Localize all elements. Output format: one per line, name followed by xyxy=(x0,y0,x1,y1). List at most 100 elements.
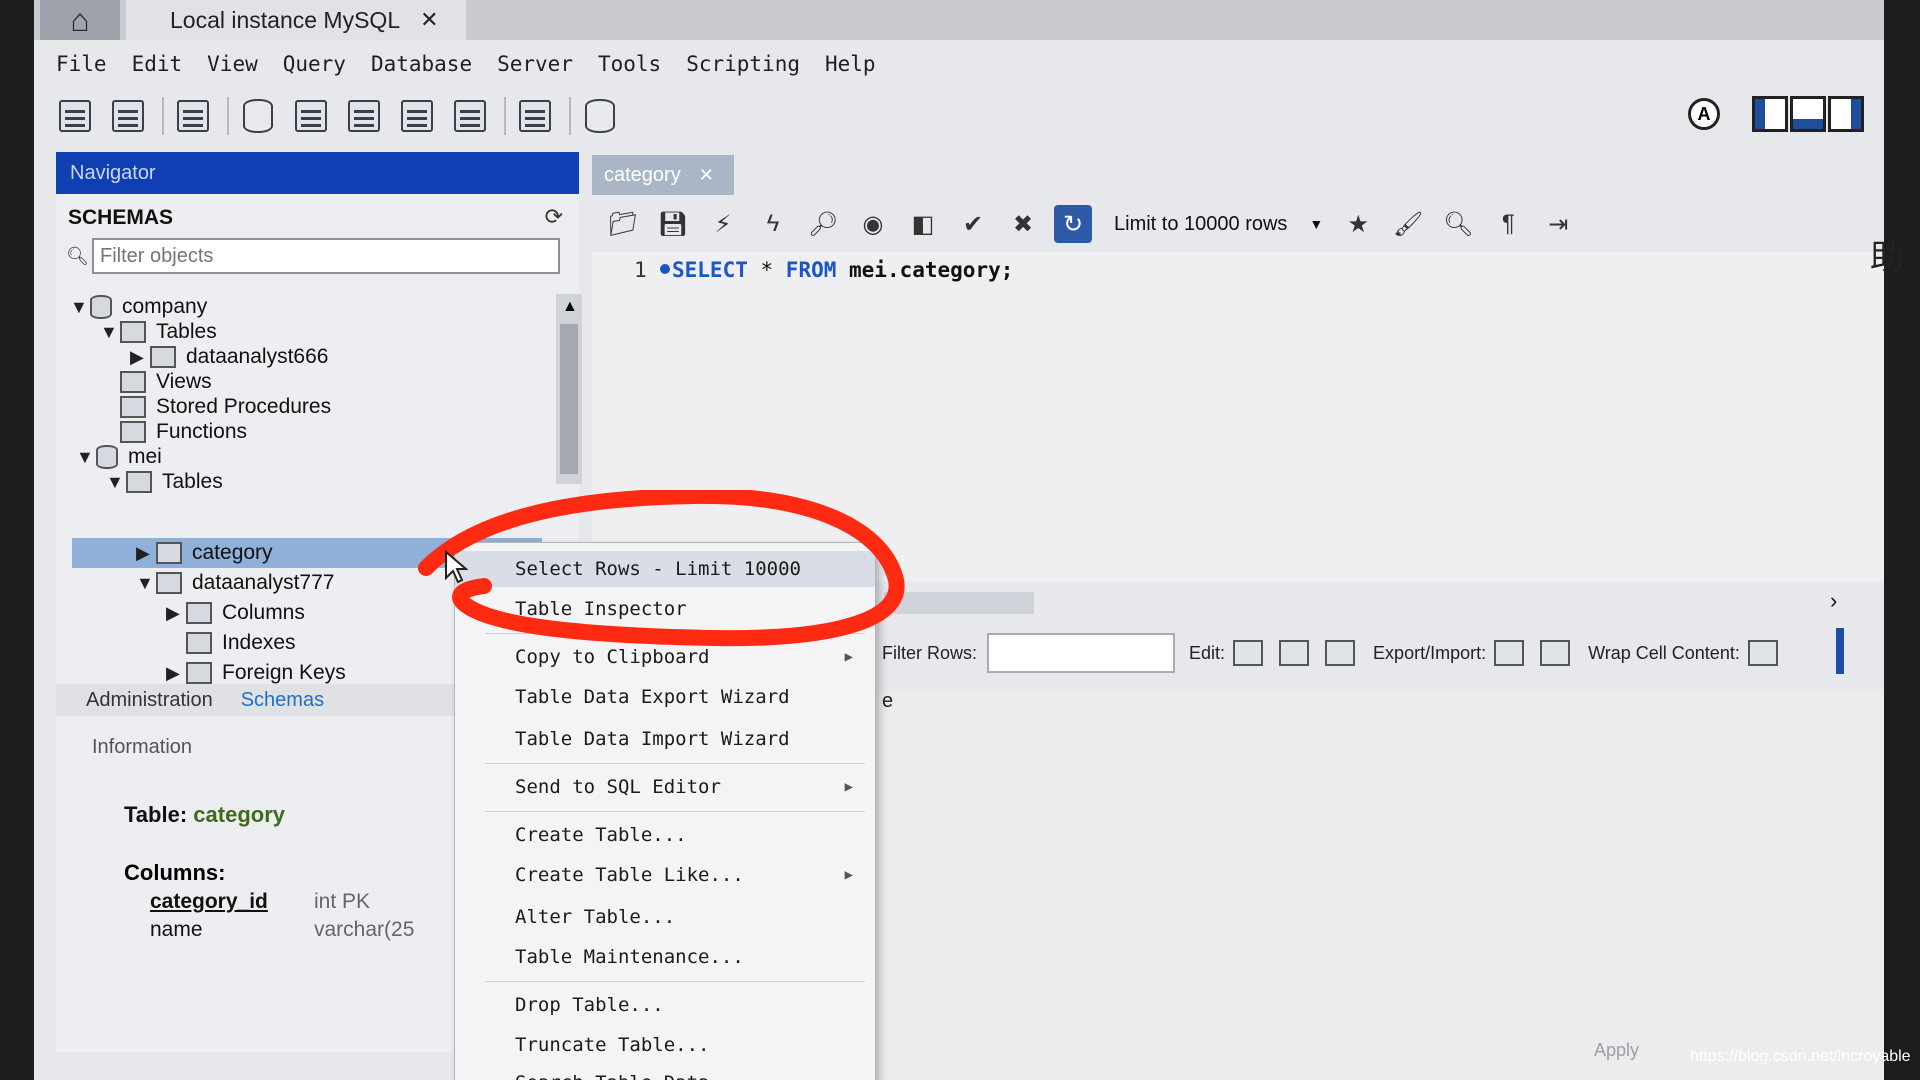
open-sql-script-icon[interactable] xyxy=(107,95,149,137)
connection-tab[interactable]: Local instance MySQL ✕ xyxy=(126,0,466,40)
menu-item-export-wizard[interactable]: Table Data Export Wizard xyxy=(455,679,875,715)
toggle-sidebar-icon[interactable] xyxy=(1752,96,1788,132)
execute-icon[interactable]: ⚡︎ xyxy=(704,205,742,243)
menu-query[interactable]: Query xyxy=(283,52,346,76)
tree-item-indexes[interactable]: Indexes xyxy=(186,628,296,658)
stop-icon[interactable]: ◉ xyxy=(854,205,892,243)
preferences-icon[interactable]: A xyxy=(1688,98,1720,130)
expanded-arrow-icon[interactable]: ▼ xyxy=(136,573,156,594)
collapsed-arrow-icon[interactable]: ▶ xyxy=(136,543,156,564)
table-icon xyxy=(156,542,182,564)
close-icon[interactable]: ✕ xyxy=(420,7,438,33)
tree-item-category[interactable]: ▶ category xyxy=(136,538,273,568)
edit-row-icon[interactable] xyxy=(1233,640,1264,666)
menu-file[interactable]: File xyxy=(56,52,107,76)
tree-item-dataanalyst777[interactable]: ▼ dataanalyst777 xyxy=(136,568,334,598)
close-icon[interactable]: ✕ xyxy=(699,165,714,186)
column-name: category_id xyxy=(150,890,268,913)
scrollbar-thumb[interactable] xyxy=(560,324,578,474)
rollback-icon[interactable]: ✖ xyxy=(1004,205,1042,243)
connection-tab-label: Local instance MySQL xyxy=(170,6,401,33)
chevron-down-icon: ▼ xyxy=(1309,216,1324,232)
menu-edit[interactable]: Edit xyxy=(132,52,183,76)
submenu-arrow-icon: ▶ xyxy=(844,779,853,795)
create-schema-icon[interactable] xyxy=(237,95,279,137)
limit-rows-select[interactable]: Limit to 10000 rows ▼ xyxy=(1114,213,1323,236)
sql-text: mei.category; xyxy=(836,258,1014,282)
menu-help[interactable]: Help xyxy=(825,52,876,76)
menu-item-label: Truncate Table... xyxy=(515,1034,710,1056)
menu-view[interactable]: View xyxy=(207,52,258,76)
export-icon[interactable] xyxy=(1494,640,1525,666)
tree-item-tables[interactable]: ▼ Tables xyxy=(106,467,223,497)
tree-item-columns[interactable]: ▶ Columns xyxy=(166,598,305,628)
delete-row-icon[interactable] xyxy=(1325,640,1356,666)
create-table-icon[interactable] xyxy=(290,95,332,137)
table-icon xyxy=(156,572,182,594)
folder-icon xyxy=(120,321,146,343)
menu-item-create-table[interactable]: Create Table... xyxy=(455,817,875,853)
commit-icon[interactable]: ✔ xyxy=(954,205,992,243)
menu-item-table-maintenance[interactable]: Table Maintenance... xyxy=(455,939,875,975)
filter-objects-input[interactable] xyxy=(92,238,560,274)
query-tab-category[interactable]: category ✕ xyxy=(592,155,734,195)
menu-item-label: Table Data Export Wizard xyxy=(515,686,790,708)
autocommit-icon[interactable]: ↻ xyxy=(1054,205,1092,243)
menu-item-drop-table[interactable]: Drop Table... xyxy=(455,987,875,1023)
inspector-icon[interactable] xyxy=(172,95,214,137)
tree-scrollbar[interactable]: ▲ xyxy=(556,294,582,484)
menu-item-create-table-like[interactable]: Create Table Like... ▶ xyxy=(455,857,875,893)
add-snippet-icon[interactable]: ★ xyxy=(1339,205,1377,243)
expanded-arrow-icon[interactable]: ▼ xyxy=(100,322,120,343)
menu-item-alter-table[interactable]: Alter Table... xyxy=(455,899,875,935)
new-sql-tab-icon[interactable] xyxy=(54,95,96,137)
collapsed-arrow-icon[interactable]: ▶ xyxy=(166,603,186,624)
menu-item-import-wizard[interactable]: Table Data Import Wizard xyxy=(455,721,875,757)
tab-administration[interactable]: Administration xyxy=(86,689,213,712)
save-icon[interactable]: 💾︎ xyxy=(654,205,692,243)
reconnect-icon[interactable] xyxy=(579,95,621,137)
beautify-icon[interactable]: 🖌︎ xyxy=(1389,205,1427,243)
expanded-arrow-icon[interactable]: ▼ xyxy=(106,472,126,493)
find-icon[interactable]: 🔍︎ xyxy=(1439,205,1477,243)
tree-label: Functions xyxy=(156,420,248,443)
open-file-icon[interactable]: 📁︎ xyxy=(604,205,642,243)
result-grid-side-tab[interactable] xyxy=(1836,628,1844,674)
chevron-up-icon[interactable]: ▲ xyxy=(562,298,578,316)
menu-scripting[interactable]: Scripting xyxy=(686,52,800,76)
toggle-error-icon[interactable]: ◧ xyxy=(904,205,942,243)
create-view-icon[interactable] xyxy=(343,95,385,137)
word-wrap-icon[interactable]: ⇥ xyxy=(1539,205,1577,243)
tab-schemas[interactable]: Schemas xyxy=(241,689,324,712)
folder-icon xyxy=(186,602,212,624)
menu-item-search-table-data[interactable]: Search Table Data... xyxy=(455,1065,875,1080)
search-table-data-icon[interactable] xyxy=(514,95,556,137)
home-icon[interactable]: ⌂ xyxy=(40,0,120,40)
expanded-arrow-icon[interactable]: ▼ xyxy=(76,447,96,468)
refresh-icon[interactable]: ⟳ xyxy=(545,204,563,230)
create-function-icon[interactable] xyxy=(449,95,491,137)
execute-current-icon[interactable]: ϟ xyxy=(754,205,792,243)
invisible-chars-icon[interactable]: ¶ xyxy=(1489,205,1527,243)
schemas-title: SCHEMAS xyxy=(68,206,174,229)
apply-button[interactable]: Apply xyxy=(1594,1040,1639,1061)
toggle-secondary-sidebar-icon[interactable] xyxy=(1828,96,1864,132)
collapsed-arrow-icon[interactable]: ▶ xyxy=(130,347,150,368)
expanded-arrow-icon[interactable]: ▼ xyxy=(70,297,90,318)
menu-tools[interactable]: Tools xyxy=(598,52,661,76)
create-procedure-icon[interactable] xyxy=(396,95,438,137)
sql-code-line[interactable]: SELECT * FROM mei.category; xyxy=(672,258,1013,282)
collapsed-arrow-icon[interactable]: ▶ xyxy=(166,663,186,684)
tree-label: dataanalyst666 xyxy=(186,345,329,368)
toggle-output-icon[interactable] xyxy=(1790,96,1826,132)
add-row-icon[interactable] xyxy=(1279,640,1310,666)
menu-database[interactable]: Database xyxy=(371,52,472,76)
explain-icon[interactable]: 🔎︎ xyxy=(804,205,842,243)
menu-item-send-to-sql-editor[interactable]: Send to SQL Editor ▶ xyxy=(455,769,875,805)
filter-rows-input[interactable] xyxy=(987,633,1176,673)
chevron-right-icon[interactable]: › xyxy=(1830,588,1837,614)
wrap-cell-icon[interactable] xyxy=(1747,640,1778,666)
import-icon[interactable] xyxy=(1540,640,1571,666)
menu-server[interactable]: Server xyxy=(497,52,573,76)
menu-item-truncate-table[interactable]: Truncate Table... xyxy=(455,1027,875,1063)
